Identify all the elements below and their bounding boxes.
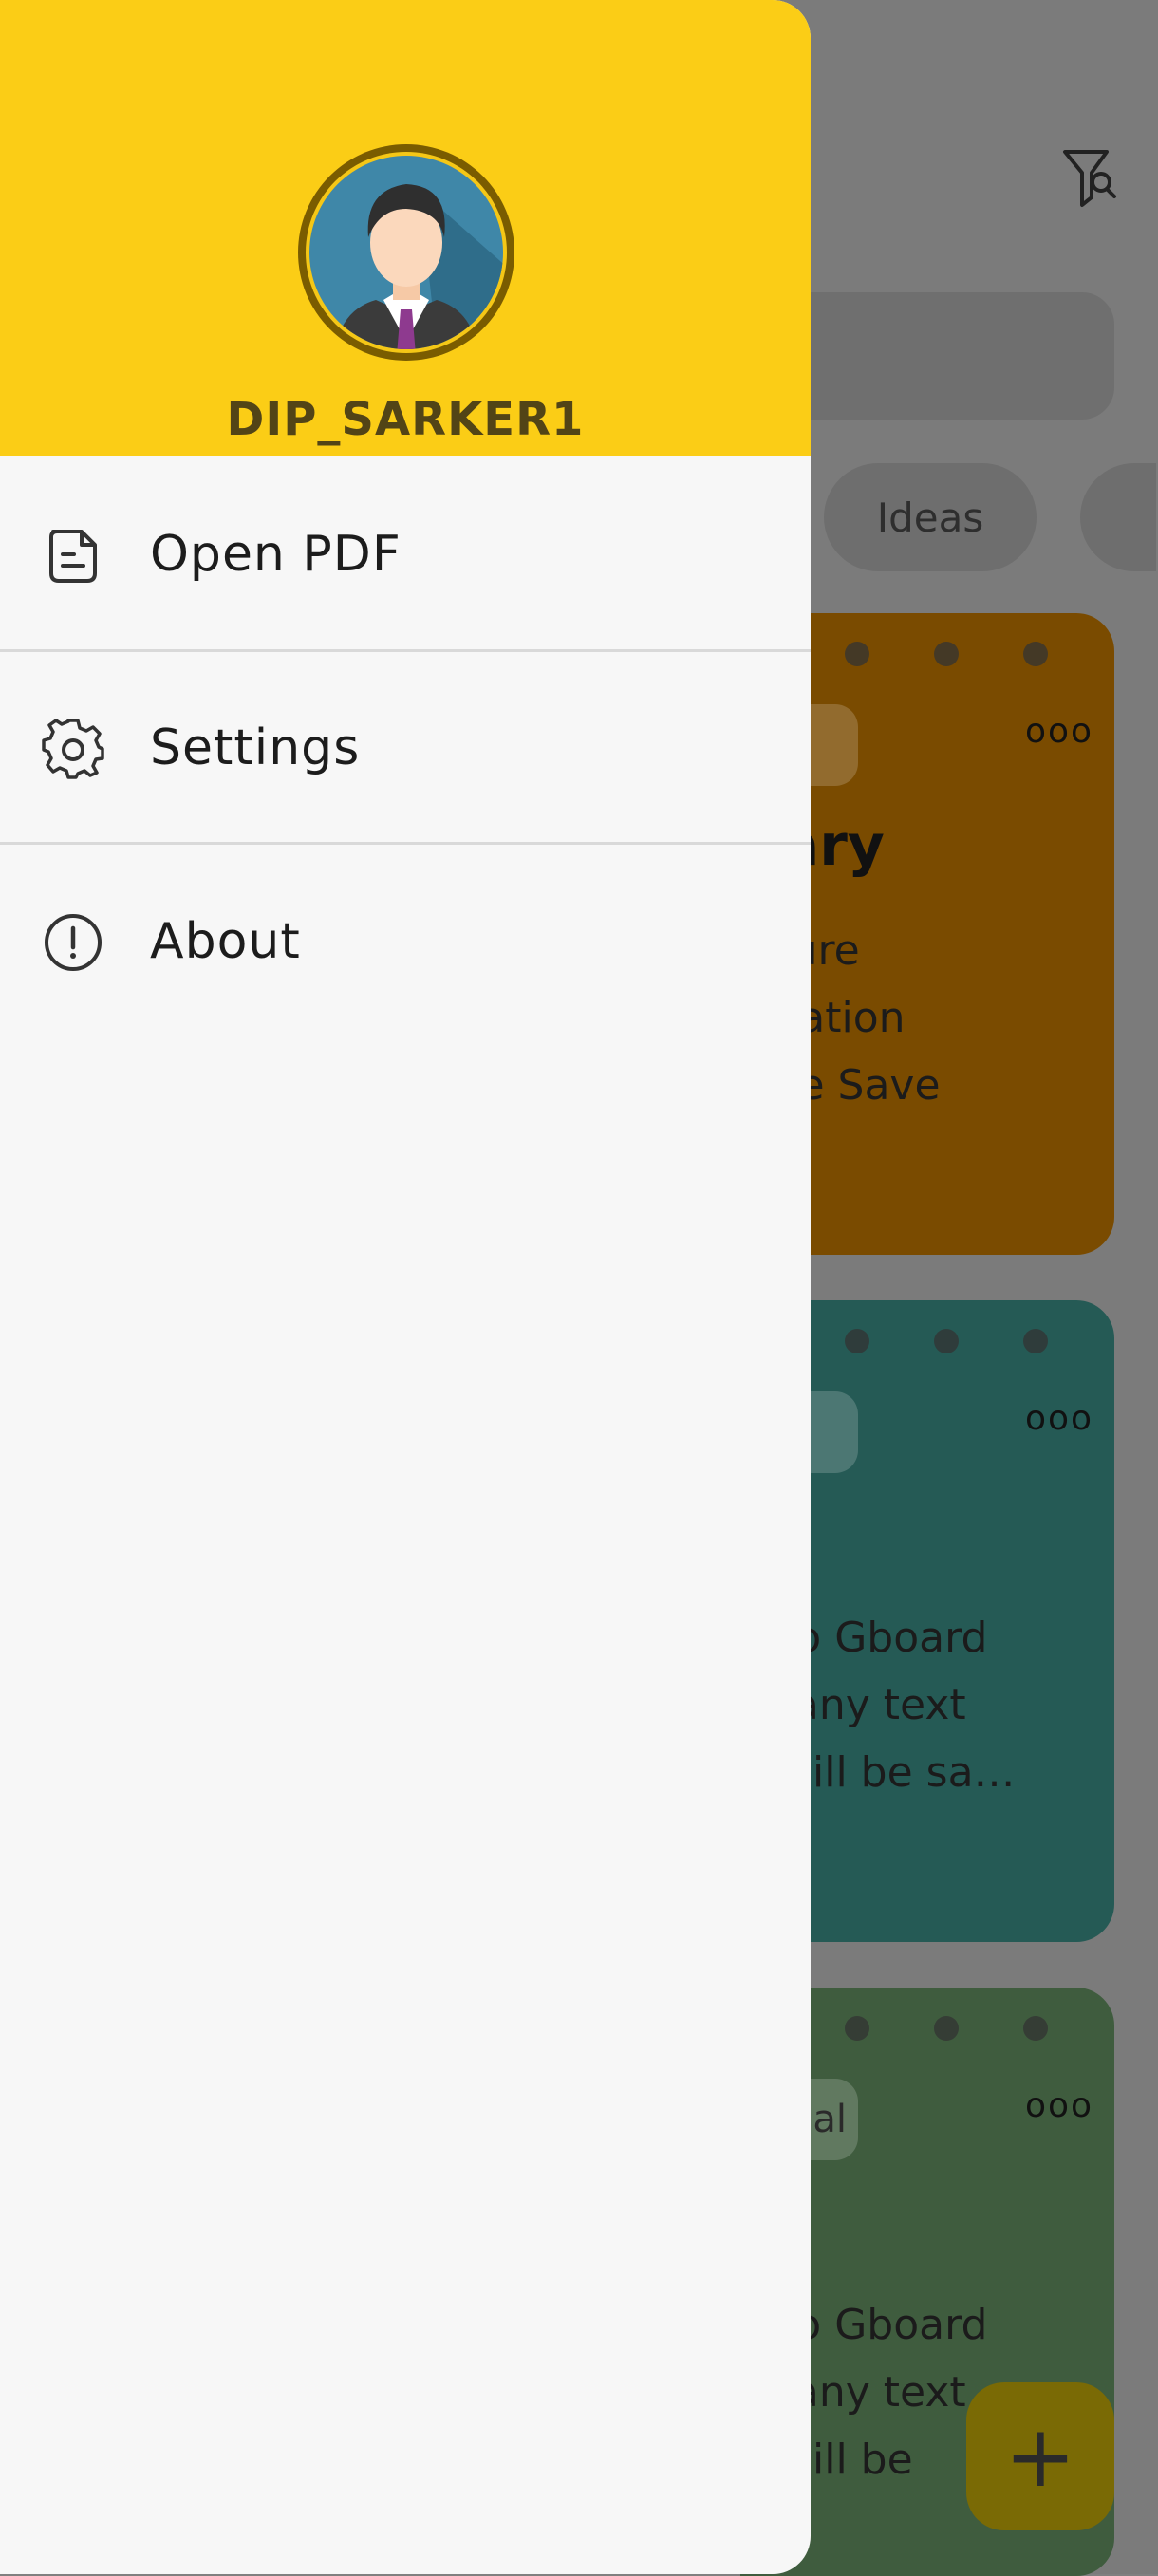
divider bbox=[0, 649, 811, 652]
username-label: DIP_SARKER1 bbox=[226, 393, 585, 446]
binder-dots bbox=[845, 2016, 1092, 2041]
drawer-item-open-pdf[interactable]: Open PDF bbox=[0, 459, 811, 649]
more-options-icon[interactable]: ooo bbox=[1025, 712, 1093, 751]
divider bbox=[0, 842, 811, 845]
drawer-header: DIP_SARKER1 bbox=[0, 0, 811, 456]
navigation-drawer: DIP_SARKER1 Open PDF Settings About bbox=[0, 0, 811, 2574]
binder-dots bbox=[845, 642, 1092, 666]
drawer-item-about[interactable]: About bbox=[0, 847, 811, 1036]
drawer-item-label: Settings bbox=[150, 719, 361, 776]
more-options-icon[interactable]: ooo bbox=[1025, 1399, 1093, 1438]
drawer-item-label: Open PDF bbox=[150, 526, 402, 583]
binder-dots bbox=[845, 1329, 1092, 1353]
avatar[interactable] bbox=[296, 142, 516, 363]
drawer-item-label: About bbox=[150, 913, 301, 970]
more-options-icon[interactable]: ooo bbox=[1025, 2086, 1093, 2125]
info-icon bbox=[42, 911, 104, 974]
drawer-item-settings[interactable]: Settings bbox=[0, 653, 811, 843]
filter-search-icon[interactable] bbox=[1059, 142, 1120, 209]
gear-icon bbox=[42, 718, 104, 780]
category-chip-ideas[interactable]: Ideas bbox=[824, 463, 1037, 571]
add-note-button[interactable]: + bbox=[966, 2382, 1114, 2530]
document-icon bbox=[42, 524, 104, 587]
category-chip[interactable] bbox=[1080, 463, 1156, 571]
